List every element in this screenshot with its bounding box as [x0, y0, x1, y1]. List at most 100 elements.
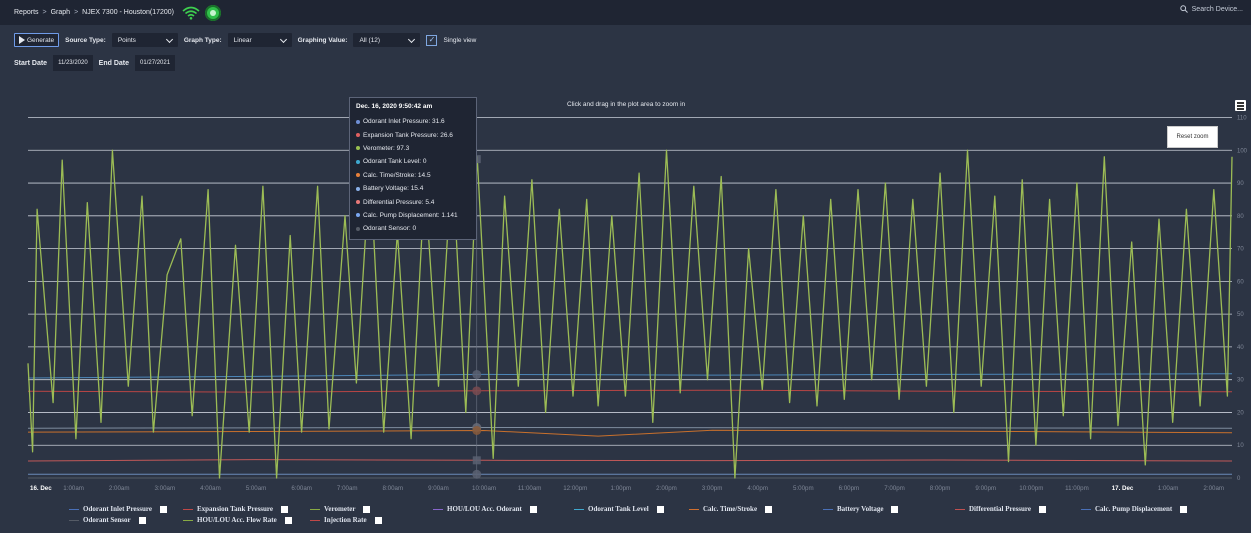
- graph-controls: Generate Source Type: Points Graph Type:…: [14, 33, 476, 47]
- legend-checkbox[interactable]: [374, 516, 382, 524]
- tooltip-row-label: Differential Pressure: 5.4: [363, 198, 435, 206]
- legend-label: Odorant Inlet Pressure: [83, 505, 152, 513]
- legend-line-swatch: [955, 508, 965, 510]
- reset-zoom-button[interactable]: Reset zoom: [1167, 126, 1218, 148]
- generate-button[interactable]: Generate: [14, 33, 60, 47]
- source-type-value: Points: [117, 36, 136, 44]
- line-chart[interactable]: 16. Dec 1:00am 2:00am 3:00am 4:00am 5:00am 6:0…: [0, 92, 1251, 492]
- graph-type-select[interactable]: Linear: [227, 33, 292, 47]
- breadcrumb-graph[interactable]: Graph: [51, 9, 70, 16]
- search-icon: [1179, 5, 1188, 13]
- chart-grid: [28, 117, 1232, 479]
- play-icon: [19, 36, 25, 44]
- graph-type-value: Linear: [233, 36, 252, 44]
- zoom-hint: Click and drag in the plot area to zoom …: [567, 101, 686, 108]
- chevron-down-icon: [279, 35, 287, 43]
- tooltip-row-label: Battery Voltage: 15.4: [363, 185, 424, 193]
- legend-checkbox[interactable]: [529, 505, 537, 513]
- legend-item[interactable]: Battery Voltage: [823, 505, 899, 513]
- legend-item[interactable]: Verometer: [310, 505, 371, 513]
- y-tick-label: 40: [1237, 345, 1244, 351]
- tooltip-row-label: Expansion Tank Pressure: 26.6: [363, 131, 453, 139]
- tooltip-row-label: Odorant Inlet Pressure: 31.6: [363, 118, 445, 126]
- series-color-dot: [356, 133, 360, 138]
- series-color-dot: [356, 213, 360, 218]
- legend-line-swatch: [69, 508, 79, 510]
- x-tick-label: 12:00pm: [563, 485, 587, 492]
- series-color-dot: [356, 173, 360, 178]
- tooltip-row: Battery Voltage: 15.4: [356, 182, 470, 195]
- legend-label: Odorant Tank Level: [588, 505, 649, 513]
- search-device-input[interactable]: Search Device...: [1179, 5, 1243, 13]
- x-tick-label: 10:00pm: [1019, 485, 1043, 492]
- legend-checkbox[interactable]: [656, 505, 664, 513]
- breadcrumb-device: NJEX 7300 - Houston(17200): [82, 9, 175, 16]
- legend-label: Odorant Sensor: [83, 516, 131, 524]
- legend-checkbox[interactable]: [1039, 505, 1047, 513]
- x-tick-label: 17. Dec: [1112, 485, 1134, 492]
- x-tick-label: 11:00am: [518, 485, 542, 492]
- legend-item[interactable]: Odorant Inlet Pressure: [69, 505, 167, 513]
- legend-item[interactable]: Expansion Tank Pressure: [183, 505, 288, 513]
- x-tick-label: 2:00am: [1203, 485, 1224, 492]
- legend-item[interactable]: Differential Pressure: [955, 505, 1047, 513]
- single-view-checkbox[interactable]: ✓: [426, 34, 438, 46]
- legend-line-swatch: [1081, 508, 1091, 510]
- x-tick-label: 10:00am: [472, 485, 496, 492]
- series-color-dot: [356, 119, 360, 124]
- legend-item[interactable]: HOU/LOU Acc. Odorant: [433, 505, 537, 513]
- x-tick-label: 7:00am: [337, 485, 358, 492]
- legend-checkbox[interactable]: [284, 516, 292, 524]
- x-tick-label: 5:00pm: [793, 485, 814, 492]
- graph-type-label: Graph Type:: [183, 36, 222, 44]
- legend-line-swatch: [183, 519, 193, 521]
- x-tick-label: 9:00am: [428, 485, 449, 492]
- x-tick-label: 16. Dec: [30, 485, 52, 492]
- tooltip-row-label: Calc. Time/Stroke: 14.5: [363, 171, 431, 179]
- legend-label: HOU/LOU Acc. Odorant: [447, 505, 522, 513]
- chart-menu-icon[interactable]: [1235, 100, 1246, 111]
- breadcrumb-reports[interactable]: Reports: [14, 9, 39, 16]
- chart-tooltip: Dec. 16, 2020 9:50:42 am Odorant Inlet P…: [349, 97, 477, 240]
- legend-checkbox[interactable]: [765, 505, 773, 513]
- legend-item[interactable]: Odorant Sensor: [69, 516, 146, 524]
- x-tick-label: 8:00am: [383, 485, 404, 492]
- source-type-select[interactable]: Points: [111, 33, 178, 47]
- legend-item[interactable]: Calc. Time/Stroke: [689, 505, 773, 513]
- x-tick-label: 1:00am: [1158, 485, 1179, 492]
- legend-label: Calc. Pump Displacement: [1095, 505, 1173, 513]
- x-tick-label: 2:00am: [109, 485, 130, 492]
- legend-item[interactable]: Calc. Pump Displacement: [1081, 505, 1188, 513]
- x-tick-label: 8:00pm: [930, 485, 951, 492]
- y-tick-label: 10: [1237, 443, 1244, 449]
- x-tick-label: 4:00pm: [747, 485, 768, 492]
- legend-label: Verometer: [324, 505, 356, 513]
- start-date-field[interactable]: 11/23/2020: [53, 55, 93, 71]
- legend-checkbox[interactable]: [159, 505, 167, 513]
- tooltip-row: Verometer: 97.3: [356, 142, 470, 155]
- legend-checkbox[interactable]: [281, 505, 288, 513]
- legend-item[interactable]: Odorant Tank Level: [574, 505, 664, 513]
- legend-label: Differential Pressure: [969, 505, 1032, 513]
- legend-checkbox[interactable]: [891, 505, 899, 513]
- series-line-expansion-tank-pressure: [27, 389, 1233, 393]
- x-tick-label: 6:00am: [291, 485, 312, 492]
- breadcrumb-separator: >: [74, 9, 79, 16]
- end-date-field[interactable]: 01/27/2021: [135, 55, 176, 71]
- legend-label: Calc. Time/Stroke: [703, 505, 758, 513]
- legend-checkbox[interactable]: [1180, 505, 1188, 513]
- hover-marker: [472, 456, 481, 465]
- tooltip-row-label: Odorant Tank Level: 0: [363, 158, 427, 166]
- series-line-odorant-inlet-pressure: [27, 373, 1233, 379]
- y-tick-label: 60: [1237, 279, 1244, 285]
- legend-checkbox[interactable]: [363, 505, 371, 513]
- y-tick-label: 70: [1237, 247, 1244, 253]
- legend-item[interactable]: HOU/LOU Acc. Flow Rate: [183, 516, 292, 524]
- legend-label: Expansion Tank Pressure: [197, 505, 273, 513]
- graphing-value-select[interactable]: All (12): [353, 33, 421, 47]
- graphing-value-value: All (12): [359, 36, 381, 44]
- legend-line-swatch: [823, 508, 833, 510]
- x-tick-label: 2:00pm: [656, 485, 677, 492]
- legend-checkbox[interactable]: [138, 516, 146, 524]
- legend-item[interactable]: Injection Rate: [310, 516, 382, 524]
